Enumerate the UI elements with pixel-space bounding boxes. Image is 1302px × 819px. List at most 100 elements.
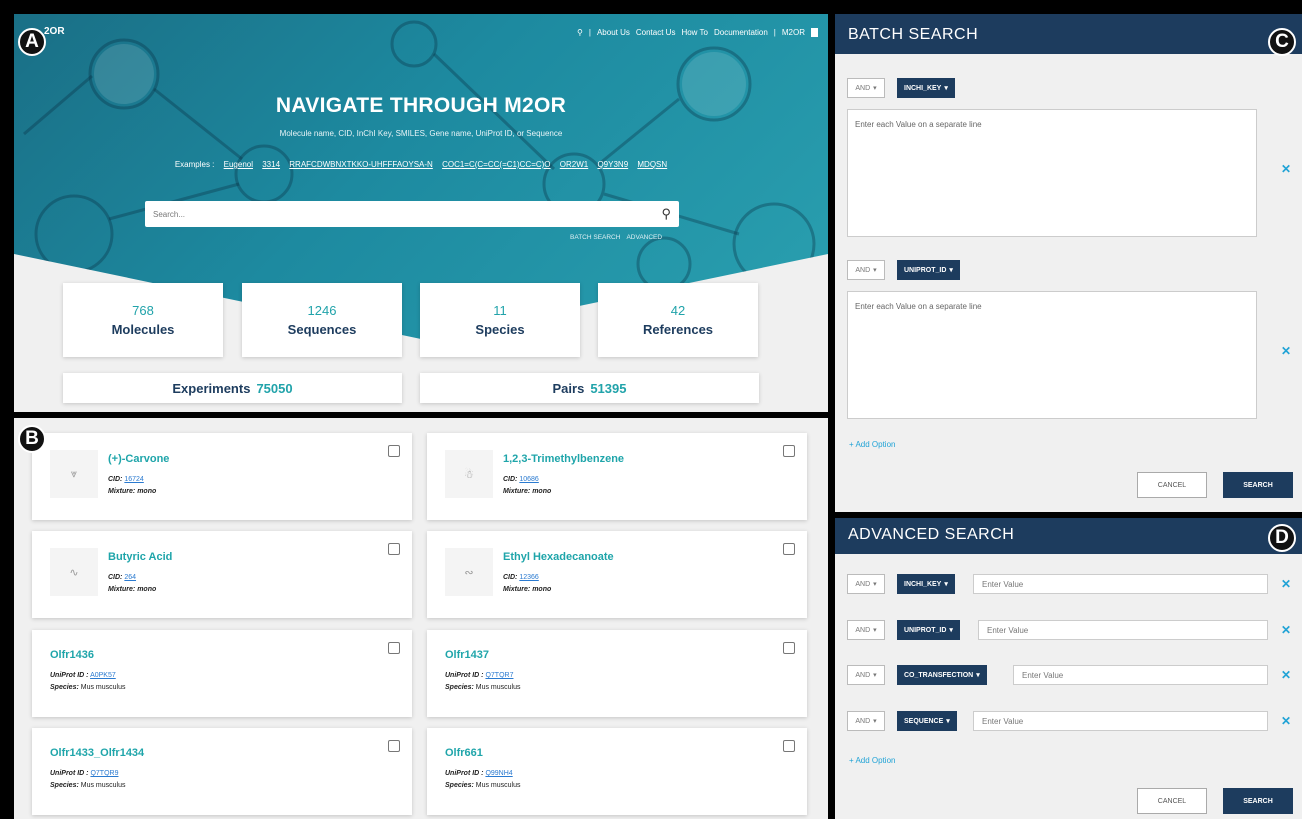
remove-row-icon[interactable]: ✕ (1281, 162, 1291, 176)
uniprot-link[interactable]: Q99NH4 (485, 770, 512, 777)
remove-row-icon[interactable]: ✕ (1281, 623, 1291, 637)
stat-card-experiments[interactable]: Experiments 75050 (63, 373, 402, 403)
result-card[interactable]: Olfr1433_Olfr1434 UniProt ID : Q7TQR9 Sp… (32, 728, 412, 815)
meta-key: UniProt ID : (445, 672, 484, 679)
example-link[interactable]: 3314 (262, 160, 280, 169)
value-input[interactable]: Enter Value (973, 711, 1268, 731)
result-card[interactable]: ⩔ (+)-Carvone CID: 16724 Mixture: mono (32, 433, 412, 520)
value-input[interactable]: Enter Value (973, 574, 1268, 594)
document-icon[interactable] (811, 28, 818, 37)
operator-label: AND (855, 626, 871, 634)
result-card[interactable]: ☃ 1,2,3-Trimethylbenzene CID: 10686 Mixt… (427, 433, 807, 520)
example-link[interactable]: MDQSN (637, 160, 667, 169)
select-checkbox[interactable] (388, 445, 400, 457)
nav-how-to[interactable]: How To (681, 28, 708, 37)
batch-values-textarea[interactable]: Enter each Value on a separate line (847, 109, 1257, 237)
remove-row-icon[interactable]: ✕ (1281, 577, 1291, 591)
meta-value: Mus musculus (80, 782, 126, 789)
search-icon[interactable]: ⚲ (577, 28, 583, 37)
result-meta: CID: 12366 Mixture: mono (503, 572, 551, 596)
nav-contact-us[interactable]: Contact Us (636, 28, 676, 37)
remove-row-icon[interactable]: ✕ (1281, 344, 1291, 358)
field-dropdown[interactable]: SEQUENCE ▾ (897, 711, 957, 731)
add-option-button[interactable]: + Add Option (849, 756, 895, 765)
result-title[interactable]: Olfr661 (445, 747, 483, 759)
select-checkbox[interactable] (783, 445, 795, 457)
search-input[interactable]: Search... ⚲ (145, 201, 679, 227)
result-title[interactable]: Ethyl Hexadecanoate (503, 551, 614, 563)
meta-value: mono (137, 488, 157, 495)
operator-label: AND (855, 671, 871, 679)
result-card[interactable]: Olfr661 UniProt ID : Q99NH4 Species: Mus… (427, 728, 807, 815)
result-title[interactable]: Olfr1436 (50, 649, 94, 661)
result-title[interactable]: Olfr1437 (445, 649, 489, 661)
nav-m2or[interactable]: M2OR (782, 28, 805, 37)
nav-about-us[interactable]: About Us (597, 28, 630, 37)
cancel-button[interactable]: CANCEL (1137, 472, 1207, 498)
remove-row-icon[interactable]: ✕ (1281, 668, 1291, 682)
meta-key: Mixture: (108, 488, 136, 495)
stat-card-molecules[interactable]: 768 Molecules (63, 283, 223, 357)
cid-link[interactable]: 264 (124, 574, 136, 581)
example-link[interactable]: Eugenol (224, 160, 253, 169)
result-title[interactable]: 1,2,3-Trimethylbenzene (503, 453, 624, 465)
stat-card-sequences[interactable]: 1246 Sequences (242, 283, 402, 357)
field-dropdown[interactable]: INCHI_KEY ▾ (897, 78, 955, 98)
select-checkbox[interactable] (783, 642, 795, 654)
batch-values-textarea[interactable]: Enter each Value on a separate line (847, 291, 1257, 419)
operator-dropdown[interactable]: AND ▾ (847, 78, 885, 98)
stat-card-pairs[interactable]: Pairs 51395 (420, 373, 759, 403)
uniprot-link[interactable]: Q7TQR9 (90, 770, 118, 777)
example-link[interactable]: OR2W1 (560, 160, 588, 169)
example-link[interactable]: COC1=C(C=CC(=C1)CC=C)O (442, 160, 550, 169)
cid-link[interactable]: 10686 (519, 476, 538, 483)
search-button[interactable]: SEARCH (1223, 472, 1293, 498)
result-title[interactable]: (+)-Carvone (108, 453, 169, 465)
cid-link[interactable]: 12366 (519, 574, 538, 581)
field-dropdown[interactable]: CO_TRANSFECTION ▾ (897, 665, 987, 685)
value-input[interactable]: Enter Value (1013, 665, 1268, 685)
batch-search-link[interactable]: BATCH SEARCH (570, 234, 620, 241)
operator-dropdown[interactable]: AND ▾ (847, 260, 885, 280)
cancel-button[interactable]: CANCEL (1137, 788, 1207, 814)
remove-row-icon[interactable]: ✕ (1281, 714, 1291, 728)
batch-search-header: BATCH SEARCH (835, 14, 1302, 54)
operator-dropdown[interactable]: AND ▾ (847, 620, 885, 640)
value-input[interactable]: Enter Value (978, 620, 1268, 640)
molecule-thumbnail: ☃ (445, 450, 493, 498)
result-card[interactable]: Olfr1436 UniProt ID : A0PK57 Species: Mu… (32, 630, 412, 717)
operator-dropdown[interactable]: AND ▾ (847, 574, 885, 594)
uniprot-link[interactable]: A0PK57 (90, 672, 116, 679)
search-icon[interactable]: ⚲ (661, 206, 671, 222)
select-checkbox[interactable] (388, 740, 400, 752)
add-option-button[interactable]: + Add Option (849, 440, 895, 449)
result-card[interactable]: ∾ Ethyl Hexadecanoate CID: 12366 Mixture… (427, 531, 807, 618)
search-button[interactable]: SEARCH (1223, 788, 1293, 814)
site-logo[interactable]: 2OR (44, 26, 65, 37)
select-checkbox[interactable] (388, 543, 400, 555)
field-dropdown[interactable]: UNIPROT_ID ▾ (897, 260, 960, 280)
example-link[interactable]: RRAFCDWBNXTKKO-UHFFFAOYSA-N (289, 160, 433, 169)
field-dropdown[interactable]: UNIPROT_ID ▾ (897, 620, 960, 640)
select-checkbox[interactable] (783, 543, 795, 555)
meta-key: UniProt ID : (445, 770, 484, 777)
field-dropdown[interactable]: INCHI_KEY ▾ (897, 574, 955, 594)
select-checkbox[interactable] (388, 642, 400, 654)
meta-key: CID: (108, 476, 123, 483)
nav-documentation[interactable]: Documentation (714, 28, 768, 37)
example-link[interactable]: Q9Y3N9 (597, 160, 628, 169)
advanced-search-link[interactable]: ADVANCED (626, 234, 662, 241)
cid-link[interactable]: 16724 (124, 476, 143, 483)
stat-card-references[interactable]: 42 References (598, 283, 758, 357)
operator-dropdown[interactable]: AND ▾ (847, 711, 885, 731)
uniprot-link[interactable]: Q7TQR7 (485, 672, 513, 679)
stat-card-species[interactable]: 11 Species (420, 283, 580, 357)
operator-dropdown[interactable]: AND ▾ (847, 665, 885, 685)
caret-down-icon: ▾ (976, 672, 980, 679)
result-title[interactable]: Butyric Acid (108, 551, 172, 563)
caret-down-icon: ▾ (873, 627, 877, 634)
result-card[interactable]: ∿ Butyric Acid CID: 264 Mixture: mono (32, 531, 412, 618)
result-title[interactable]: Olfr1433_Olfr1434 (50, 747, 144, 759)
result-card[interactable]: Olfr1437 UniProt ID : Q7TQR7 Species: Mu… (427, 630, 807, 717)
select-checkbox[interactable] (783, 740, 795, 752)
